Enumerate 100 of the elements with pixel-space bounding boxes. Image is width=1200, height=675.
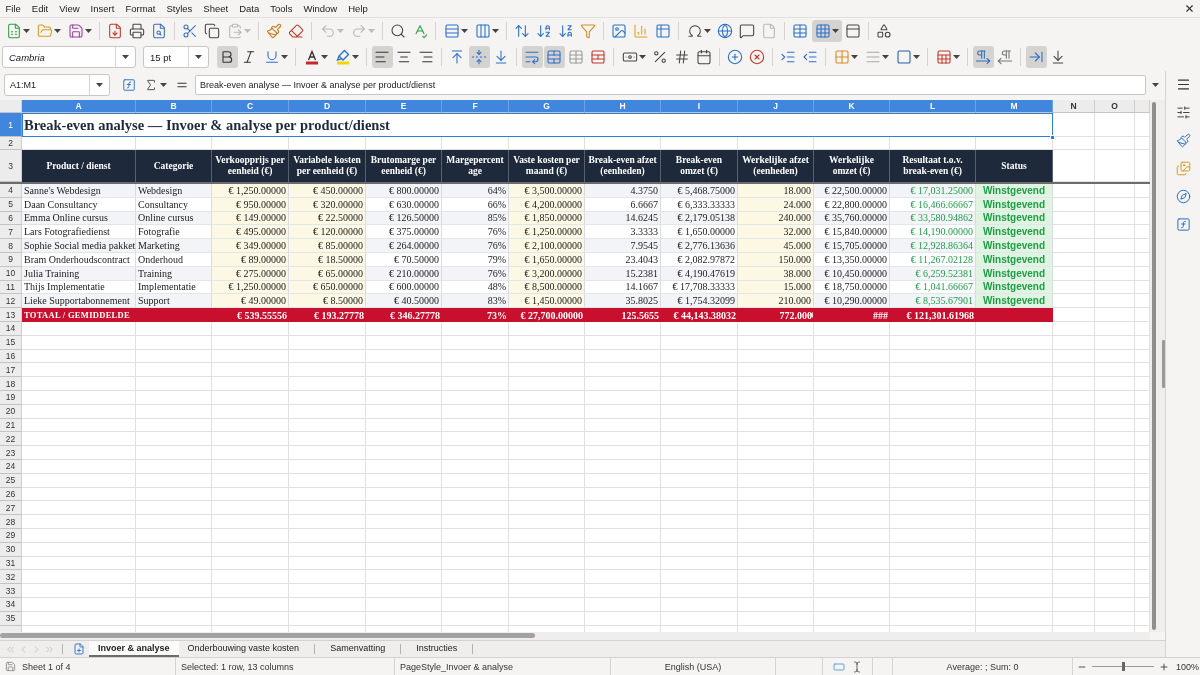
caret-icon[interactable] xyxy=(460,28,468,33)
row-header[interactable]: 28 xyxy=(0,515,22,529)
menu-item[interactable]: Styles xyxy=(160,0,198,17)
table-cell: € 85.00000 xyxy=(289,239,366,253)
horizontal-scrollbar[interactable] xyxy=(0,632,1150,640)
empty-cells[interactable] xyxy=(1053,113,1150,137)
menu-item[interactable]: Edit xyxy=(26,0,54,17)
column-header[interactable]: I xyxy=(661,100,738,113)
caret-icon[interactable] xyxy=(53,28,61,33)
row-header[interactable]: 33 xyxy=(0,584,22,598)
highlighter-icon[interactable] xyxy=(334,49,351,65)
column-header[interactable]: N xyxy=(1053,100,1095,113)
row-header[interactable]: 1 xyxy=(0,113,22,137)
caret-icon[interactable] xyxy=(351,55,359,59)
scrollbar-thumb[interactable] xyxy=(0,633,535,638)
column-header[interactable]: E xyxy=(366,100,442,113)
caret-icon[interactable] xyxy=(831,28,839,33)
caret-icon[interactable] xyxy=(491,28,499,33)
zoom-in-icon[interactable] xyxy=(1159,661,1169,672)
scrollbar-thumb[interactable] xyxy=(1152,102,1156,630)
column-header[interactable]: M xyxy=(976,100,1053,113)
caret-icon[interactable] xyxy=(912,55,920,59)
font-size-field[interactable]: 15 pt xyxy=(143,46,209,68)
table-cell: € 1,650.00000 xyxy=(661,225,738,240)
freeze-button[interactable] xyxy=(811,19,842,42)
empty-cells[interactable] xyxy=(22,321,1150,632)
menu-item[interactable]: Tools xyxy=(264,0,298,17)
column-header[interactable]: G xyxy=(509,100,585,113)
formula-input[interactable]: Break-even analyse — Invoer & analyse per product/dienst xyxy=(195,74,1146,95)
file-plus-icon[interactable] xyxy=(73,643,85,655)
row-header[interactable]: 13 xyxy=(0,308,22,322)
banknote-icon[interactable] xyxy=(621,49,638,65)
caret-icon[interactable] xyxy=(22,28,30,33)
caret-icon[interactable] xyxy=(1152,82,1159,87)
table-cell: 64% xyxy=(442,184,509,198)
caret-icon[interactable] xyxy=(195,55,202,59)
column-heading: Vaste kosten per maand (€) xyxy=(509,150,585,182)
row-header[interactable]: 17 xyxy=(0,363,22,378)
sidebar-grip[interactable] xyxy=(1162,340,1165,388)
caret-icon[interactable] xyxy=(160,82,167,87)
sheet-tab[interactable]: Onderbouwing vaste kosten xyxy=(178,641,309,657)
column-header[interactable]: O xyxy=(1095,100,1135,113)
row-header[interactable]: 3 xyxy=(0,150,22,182)
row-header[interactable]: 2 xyxy=(0,137,22,150)
table-cell: € 800.00000 xyxy=(366,184,442,198)
caret-icon[interactable] xyxy=(122,55,129,59)
row-header[interactable]: 12 xyxy=(0,294,22,309)
row-header[interactable]: 27 xyxy=(0,501,22,516)
name-box[interactable]: A1:M1 xyxy=(4,73,110,96)
caret-icon[interactable] xyxy=(881,55,889,59)
caret-icon[interactable] xyxy=(320,55,328,59)
caret-icon[interactable] xyxy=(850,55,858,59)
sheet-tab[interactable]: Instructies xyxy=(407,641,467,657)
sigma-icon[interactable] xyxy=(144,77,158,92)
row-header[interactable]: 22 xyxy=(0,432,22,447)
column-header[interactable]: H xyxy=(585,100,661,113)
menu-item[interactable]: Window xyxy=(297,0,343,17)
caret-icon[interactable] xyxy=(703,28,711,33)
table-cell: 35.8025 xyxy=(585,294,661,309)
zoom-slider-thumb[interactable] xyxy=(1121,662,1125,671)
caret-icon[interactable] xyxy=(280,55,288,59)
sheet-tab[interactable]: Samenvatting xyxy=(321,641,395,657)
column-header[interactable]: K xyxy=(814,100,890,113)
column-header[interactable]: A xyxy=(22,100,136,113)
table-cell: € 5,468.75000 xyxy=(661,184,738,198)
menu-item[interactable]: Insert xyxy=(85,0,120,17)
menu-item[interactable]: Help xyxy=(342,0,374,17)
column-header[interactable]: D xyxy=(289,100,366,113)
menu-item[interactable]: Sheet xyxy=(197,0,234,17)
font-color-icon[interactable] xyxy=(303,49,320,65)
selection-handle[interactable] xyxy=(1050,135,1055,140)
total-cell: 125.5655 xyxy=(585,308,661,322)
menu-item[interactable]: File xyxy=(0,0,27,17)
total-cell: € 346.27778 xyxy=(366,308,442,322)
caret-icon[interactable] xyxy=(96,82,103,87)
vertical-scrollbar[interactable] xyxy=(1150,100,1165,632)
column-heading: Resultaat t.o.v. break-even (€) xyxy=(890,150,976,182)
column-header[interactable]: J xyxy=(738,100,814,113)
row-header[interactable]: 18 xyxy=(0,377,22,391)
column-header[interactable]: F xyxy=(442,100,509,113)
row-header[interactable]: 7 xyxy=(0,225,22,240)
caret-icon[interactable] xyxy=(84,28,92,33)
caret-icon[interactable] xyxy=(952,55,960,59)
row-header[interactable]: 23 xyxy=(0,446,22,460)
rectangle-icon[interactable] xyxy=(832,660,845,673)
caret-icon[interactable] xyxy=(638,55,646,59)
row-header[interactable]: 4 xyxy=(0,184,22,198)
column-header[interactable]: C xyxy=(212,100,289,113)
column-header[interactable]: B xyxy=(136,100,212,113)
column-header[interactable]: L xyxy=(890,100,976,113)
omega-icon[interactable] xyxy=(686,22,703,39)
row-header[interactable]: 32 xyxy=(0,570,22,585)
sheet-tab[interactable]: Invoer & analyse xyxy=(89,641,179,657)
font-name-field[interactable]: Cambria xyxy=(2,46,136,68)
menu-item[interactable]: Data xyxy=(233,0,265,17)
close-icon[interactable] xyxy=(1184,3,1195,14)
row-header[interactable]: 8 xyxy=(0,239,22,253)
table-cell: Sophie Social media pakket xyxy=(22,239,136,253)
menu-item[interactable]: View xyxy=(53,0,86,17)
menu-item[interactable]: Format xyxy=(119,0,161,17)
